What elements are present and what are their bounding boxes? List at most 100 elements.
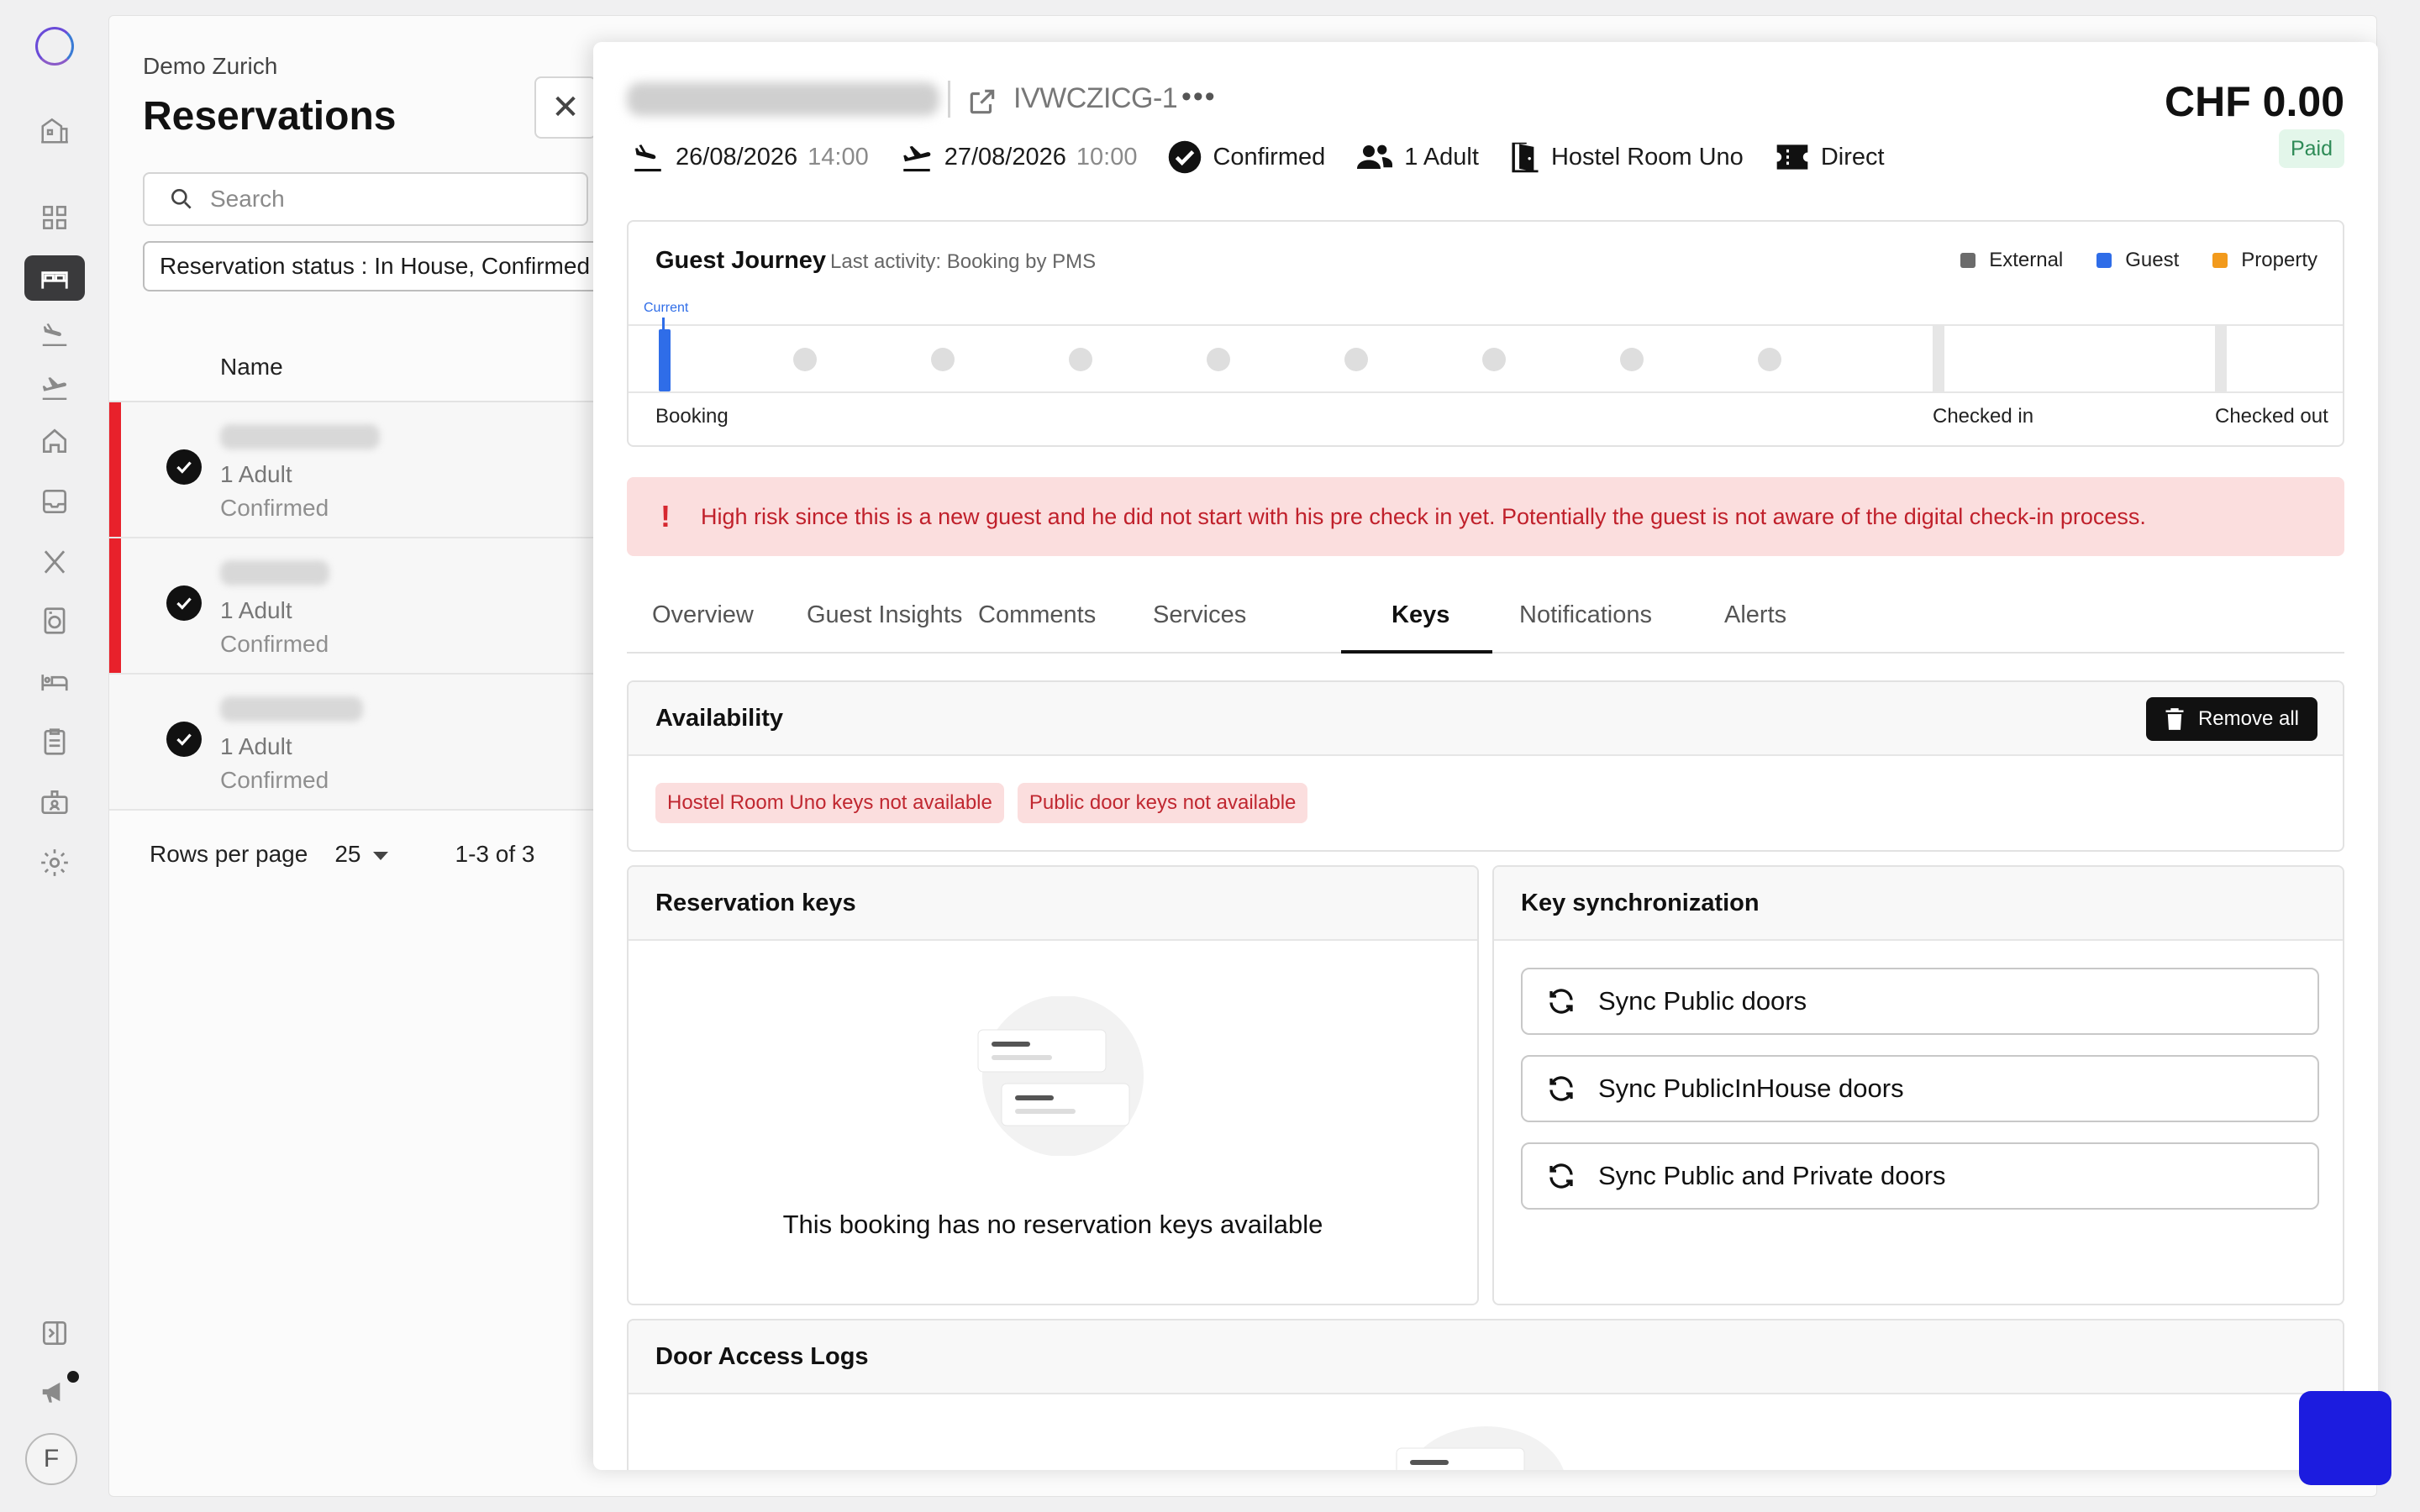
ticket-icon — [1776, 144, 1808, 170]
stage-booking: Booking — [655, 405, 729, 428]
tab-services[interactable]: Services — [1153, 601, 1246, 654]
remove-all-label: Remove all — [2197, 707, 2299, 730]
inbox-icon[interactable] — [24, 479, 85, 524]
last-activity: Last activity: Booking by PMS — [830, 250, 1097, 273]
availability-title: Availability — [655, 704, 784, 732]
detail-tabs: Overview Guest Insights Comments Service… — [627, 601, 2344, 654]
pagination-range: 1-3 of 3 — [455, 841, 535, 867]
total-price: CHF 0.00 — [2165, 78, 2344, 125]
journey-legend: External Guest Property — [1960, 249, 2317, 272]
legend-property: Property — [2212, 249, 2317, 272]
help-widget[interactable] — [2299, 1391, 2391, 1485]
stage-checked-out: Checked out — [2215, 405, 2328, 428]
sync-icon — [1549, 1076, 1573, 1101]
settings-icon[interactable] — [24, 840, 85, 885]
arrival-date: 26/08/2026 — [676, 143, 798, 171]
key-sync-card: Key synchronization Sync Public doors Sy… — [1492, 865, 2344, 1305]
reservation-meta: 26/08/2026 14:00 27/08/2026 10:00 Confir… — [630, 139, 1915, 175]
guest-journey-card: Guest Journey Last activity: Booking by … — [627, 220, 2344, 447]
key-sync-header: Key synchronization — [1494, 867, 2343, 941]
journey-step-dot[interactable] — [1207, 348, 1230, 371]
high-risk-indicator — [109, 538, 121, 673]
pagination-bar: Rows per page 25 1-3 of 3 — [150, 841, 534, 868]
guests: 1 Adult — [1355, 139, 1479, 175]
status: Confirmed — [1167, 139, 1325, 175]
staff-icon[interactable] — [24, 780, 85, 825]
journey-step-dot[interactable] — [1482, 348, 1506, 371]
channel: Direct — [1774, 139, 1885, 175]
active-tab-indicator — [1341, 650, 1492, 654]
room: Hostel Room Uno — [1509, 139, 1744, 175]
door-icon — [1512, 142, 1539, 173]
page-title: Reservations — [143, 94, 397, 139]
journey-step-dot[interactable] — [1344, 348, 1368, 371]
more-options-icon[interactable]: ••• — [1181, 81, 1217, 113]
journey-step-dot[interactable] — [931, 348, 955, 371]
tab-keys[interactable]: Keys — [1392, 601, 1449, 654]
confirmed-check-icon — [166, 722, 202, 757]
availability-card: Availability Remove all Hostel Room Uno … — [627, 680, 2344, 852]
confirmed-check-icon — [166, 585, 202, 621]
reservation-status: Confirmed — [220, 631, 329, 657]
empty-state-illustration — [1396, 1426, 1564, 1470]
remove-all-button[interactable]: Remove all — [2145, 697, 2317, 741]
guest-name-redacted — [220, 560, 329, 585]
confirmed-check-icon — [166, 449, 202, 485]
reservation-code: IVWCZICG-1 — [1013, 82, 1178, 114]
tab-comments[interactable]: Comments — [978, 601, 1096, 654]
collapse-icon[interactable] — [24, 1310, 85, 1356]
payment-status-badge: Paid — [2278, 129, 2344, 168]
departure-date: 27/08/2026 — [944, 143, 1066, 171]
restaurant-icon[interactable] — [24, 539, 85, 585]
guest-count: 1 Adult — [1404, 143, 1479, 171]
guest-count: 1 Adult — [220, 733, 292, 759]
search-input[interactable]: Search — [143, 172, 588, 226]
search-icon — [171, 189, 192, 209]
journey-step-dot[interactable] — [1620, 348, 1644, 371]
guest-count: 1 Adult — [220, 597, 292, 623]
sync-icon — [1549, 1163, 1573, 1189]
property-icon[interactable] — [24, 108, 85, 153]
reservation-detail-panel: IVWCZICG-1 ••• CHF 0.00 Paid 26/08/2026 … — [593, 42, 2378, 1470]
arrivals-icon[interactable] — [24, 311, 85, 356]
tab-alerts[interactable]: Alerts — [1724, 601, 1786, 654]
dashboard-icon[interactable] — [24, 195, 85, 240]
journey-title: Guest Journey — [655, 247, 827, 274]
journey-step-dot[interactable] — [1069, 348, 1092, 371]
reservation-keys-header: Reservation keys — [629, 867, 1477, 941]
tab-guest-insights[interactable]: Guest Insights — [807, 601, 962, 654]
tab-notifications[interactable]: Notifications — [1519, 601, 1652, 654]
tasks-icon[interactable] — [24, 719, 85, 764]
external-link-icon[interactable] — [966, 86, 998, 118]
column-header-name[interactable]: Name — [220, 354, 283, 381]
sync-button-label: Sync PublicInHouse doors — [1598, 1074, 1904, 1103]
guest-count: 1 Adult — [220, 461, 292, 487]
departure-icon — [902, 145, 931, 172]
reservations-icon[interactable] — [24, 255, 85, 301]
journey-step-dot[interactable] — [793, 348, 817, 371]
avatar[interactable]: F — [25, 1433, 77, 1485]
availability-badges: Hostel Room Uno keys not available Publi… — [655, 783, 1308, 823]
sync-public-private-doors-button[interactable]: Sync Public and Private doors — [1521, 1142, 2319, 1210]
high-risk-indicator — [109, 402, 121, 537]
departures-icon[interactable] — [24, 365, 85, 410]
room-name: Hostel Room Uno — [1550, 143, 1744, 171]
arrival-time: 14:00 — [808, 143, 869, 171]
sync-publicinhouse-doors-button[interactable]: Sync PublicInHouse doors — [1521, 1055, 2319, 1122]
tab-overview[interactable]: Overview — [652, 601, 754, 654]
door-access-logs-card: Door Access Logs — [627, 1319, 2344, 1470]
app-logo[interactable] — [35, 27, 74, 66]
current-marker — [659, 329, 671, 391]
house-icon[interactable] — [24, 418, 85, 464]
laundry-icon[interactable] — [24, 598, 85, 643]
rooms-icon[interactable] — [24, 659, 85, 704]
stage-checked-in: Checked in — [1933, 405, 2034, 428]
search-placeholder: Search — [210, 186, 285, 212]
rows-per-page-select[interactable]: 25 — [334, 841, 388, 868]
arrival-icon — [634, 144, 661, 172]
sync-public-doors-button[interactable]: Sync Public doors — [1521, 968, 2319, 1035]
status-filter-chip[interactable]: Reservation status : In House, Confirmed — [143, 241, 613, 291]
alert-text: High risk since this is a new guest and … — [701, 503, 2146, 529]
journey-step-dot[interactable] — [1758, 348, 1781, 371]
close-icon[interactable]: ✕ — [534, 76, 597, 139]
